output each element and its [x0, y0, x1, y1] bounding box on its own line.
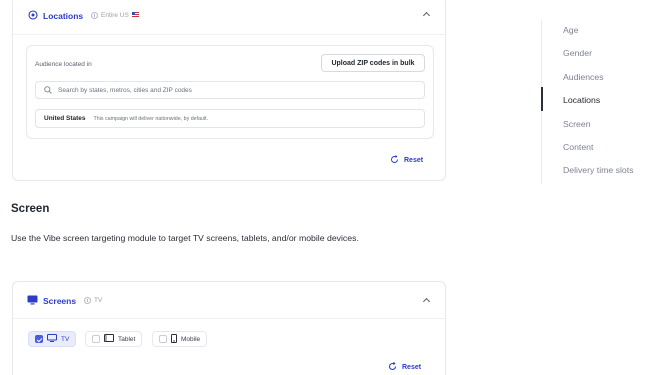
screen-option-tablet[interactable]: Tablet	[85, 331, 143, 347]
nav-active-indicator	[541, 87, 543, 111]
reset-icon	[388, 361, 397, 373]
mobile-checkbox[interactable]	[159, 335, 167, 343]
screens-subtitle: TV	[84, 297, 102, 304]
selected-location-row[interactable]: United States This campaign will deliver…	[35, 109, 425, 128]
monitor-icon	[27, 295, 38, 305]
nav-item-screen[interactable]: Screen	[563, 119, 591, 129]
tv-checkbox[interactable]	[35, 335, 43, 343]
upload-zip-button[interactable]: Upload ZIP codes in bulk	[321, 54, 425, 72]
tablet-checkbox[interactable]	[92, 335, 100, 343]
us-flag-icon	[131, 12, 139, 19]
collapse-chevron-icon[interactable]	[422, 297, 431, 306]
nav-item-locations[interactable]: Locations	[563, 95, 600, 105]
reset-label: Reset	[404, 157, 424, 164]
audience-location-panel: Audience located in Upload ZIP codes in …	[26, 45, 434, 139]
info-icon[interactable]	[91, 12, 98, 19]
reset-icon	[390, 155, 399, 166]
nav-item-age[interactable]: Age	[563, 25, 578, 35]
screen-option-tv[interactable]: TV	[28, 331, 77, 347]
screens-header[interactable]: Screens TV	[13, 282, 445, 319]
screens-title: Screens	[43, 296, 77, 306]
location-search-input[interactable]: Search by states, metros, cities and ZIP…	[35, 81, 425, 99]
tv-label: TV	[61, 335, 70, 343]
search-placeholder: Search by states, metros, cities and ZIP…	[58, 86, 192, 94]
audience-label: Audience located in	[35, 61, 92, 68]
locations-card: Locations Entire US Audience located in …	[12, 0, 446, 181]
location-name: United States	[44, 115, 86, 122]
locations-subtitle: Entire US	[91, 12, 139, 19]
nav-item-delivery-time-slots[interactable]: Delivery time slots	[563, 165, 633, 175]
mobile-label: Mobile	[181, 335, 201, 343]
nav-item-gender[interactable]: Gender	[563, 48, 592, 58]
location-note: This campaign will deliver nationwide, b…	[93, 115, 209, 122]
locations-reset-button[interactable]: Reset	[390, 155, 423, 166]
tablet-icon	[104, 334, 114, 344]
search-icon	[44, 81, 52, 99]
screen-section-title: Screen	[11, 203, 50, 215]
screens-summary-text: TV	[94, 297, 103, 304]
nav-item-audiences[interactable]: Audiences	[563, 72, 604, 82]
screens-reset-button[interactable]: Reset	[388, 361, 422, 373]
location-pin-icon	[28, 10, 38, 20]
info-icon[interactable]	[84, 297, 91, 304]
tv-icon	[47, 334, 57, 344]
nav-item-content[interactable]: Content	[563, 142, 593, 152]
reset-label: Reset	[402, 364, 422, 371]
mobile-icon	[171, 333, 177, 345]
screen-section-description: Use the Vibe screen targeting module to …	[11, 233, 359, 243]
screen-option-mobile[interactable]: Mobile	[152, 331, 208, 347]
locations-header[interactable]: Locations Entire US	[13, 0, 445, 35]
locations-scope-text: Entire US	[101, 12, 129, 19]
tablet-label: Tablet	[118, 335, 136, 343]
screens-card: Screens TV TV Tablet Mobile Reset	[12, 281, 446, 375]
locations-title: Locations	[43, 11, 84, 21]
collapse-chevron-icon[interactable]	[422, 11, 431, 20]
